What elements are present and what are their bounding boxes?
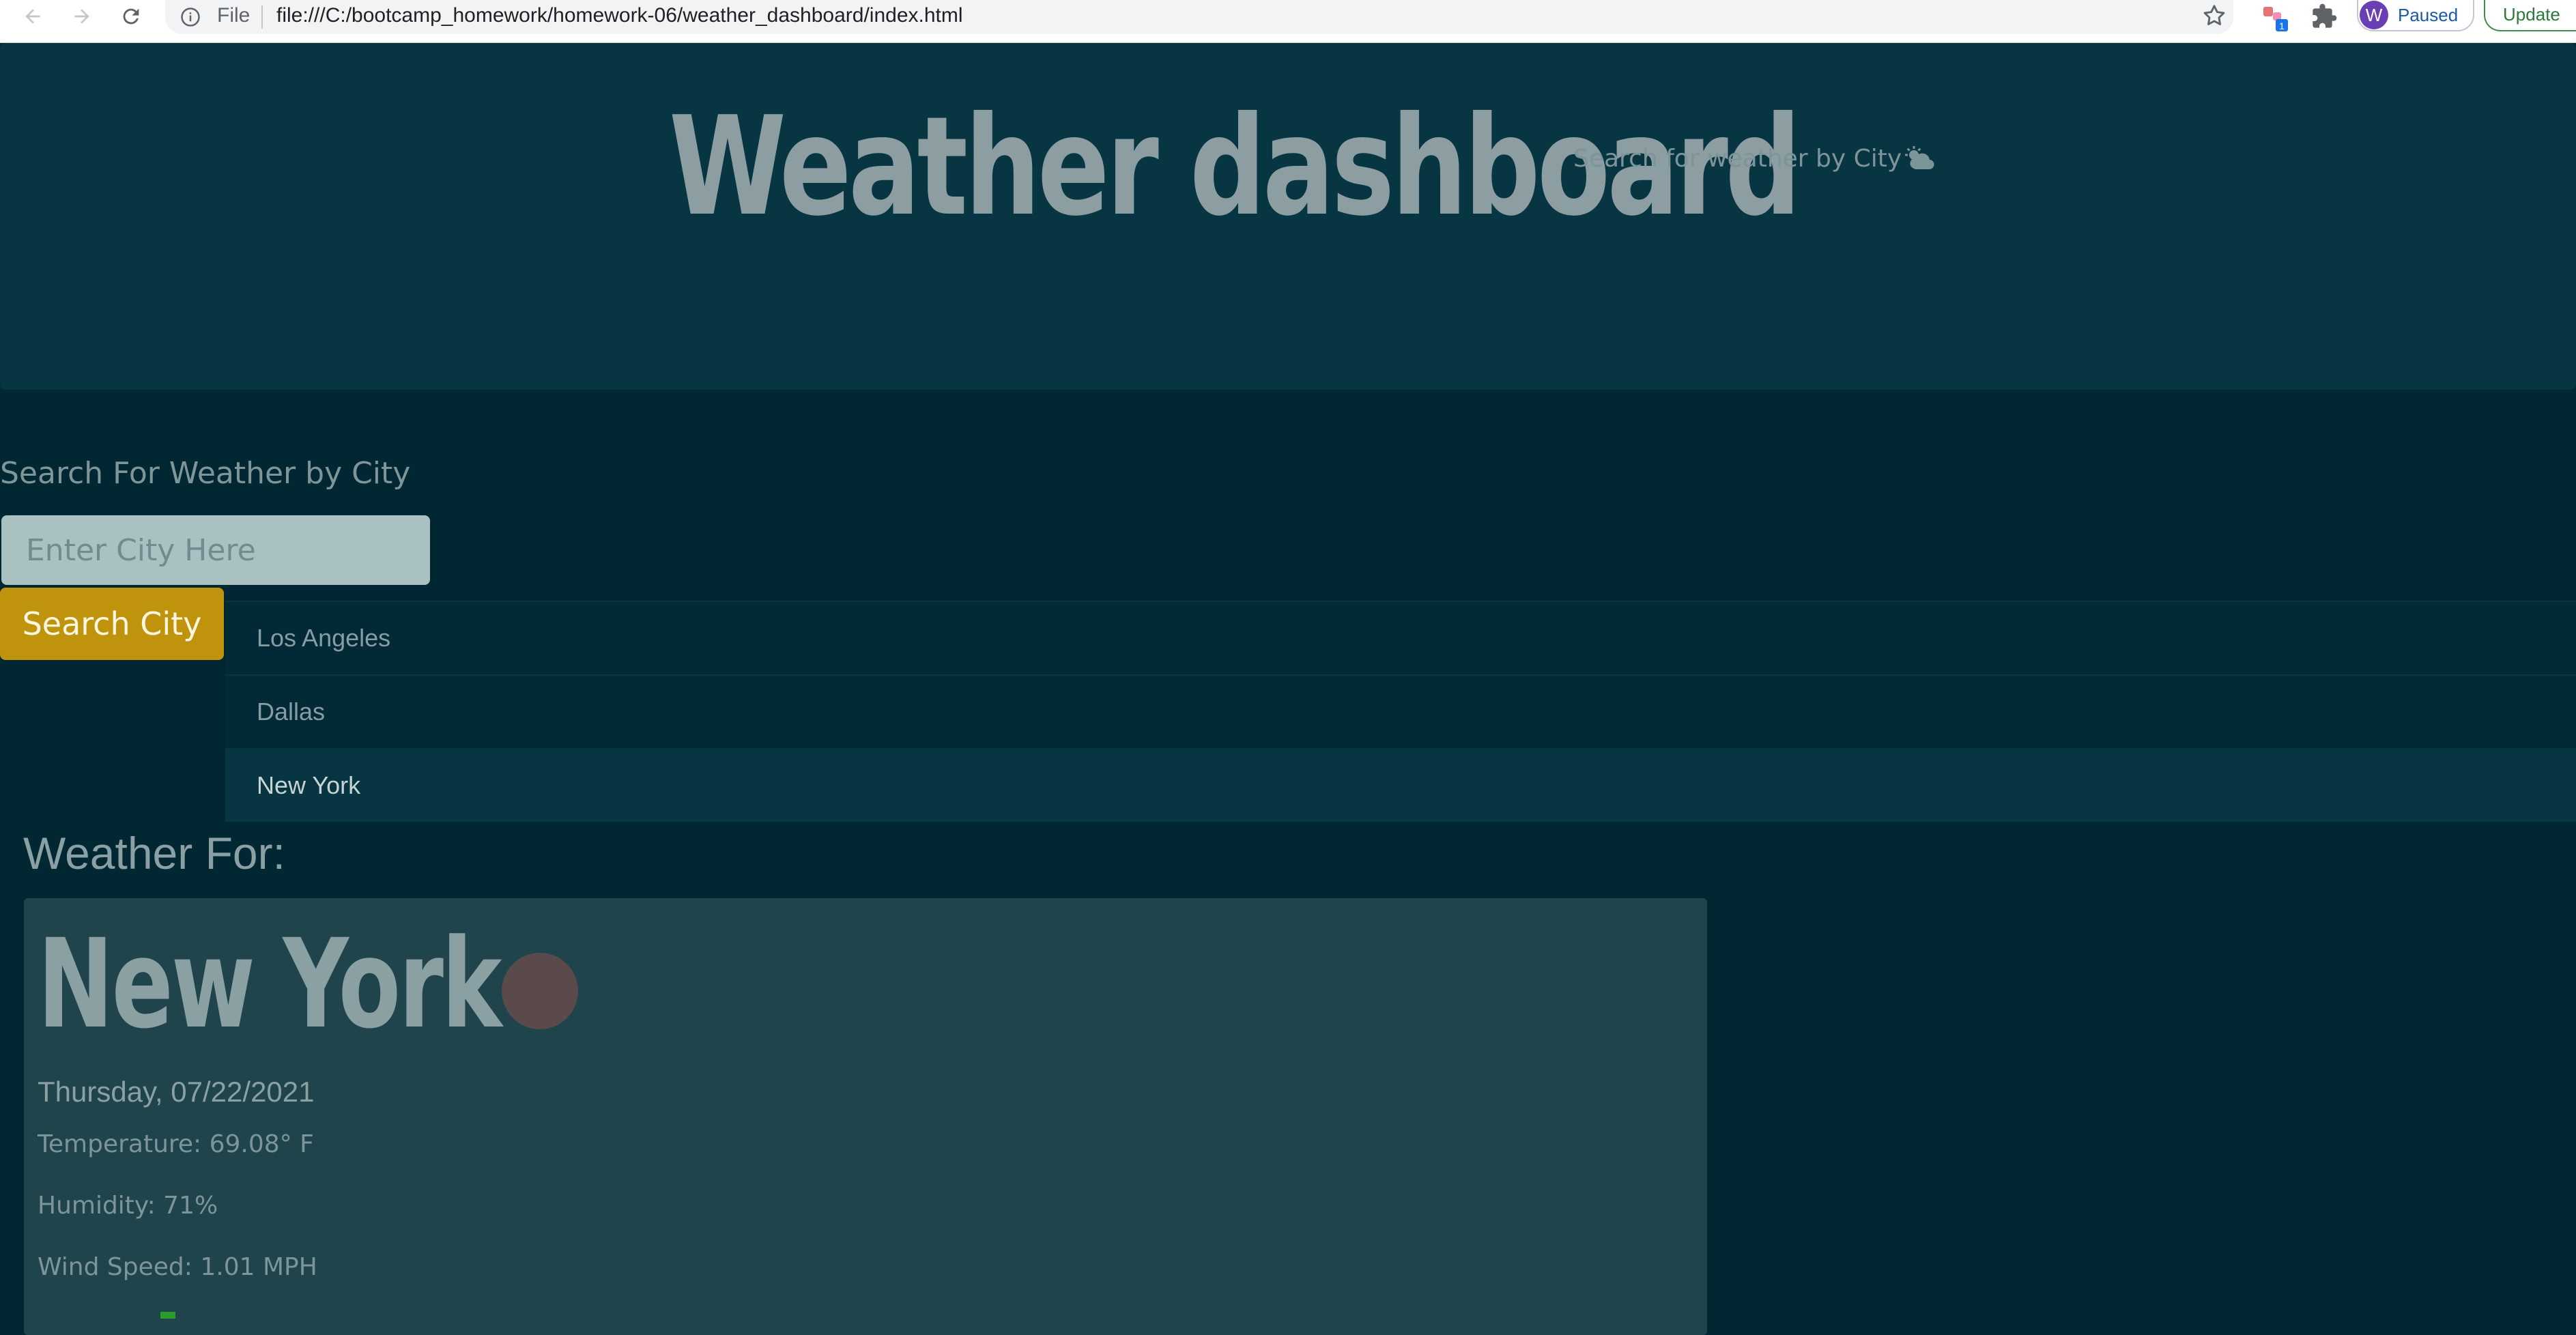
wind-speed-value: Wind Speed: 1.01 MPH	[38, 1253, 317, 1281]
search-city-button[interactable]: Search City	[0, 588, 224, 660]
search-heading: Search For Weather by City	[0, 456, 411, 491]
recent-city-item[interactable]: Dallas	[225, 674, 2576, 748]
uv-index-badge	[160, 1312, 175, 1319]
current-city-name: New York	[38, 913, 502, 1056]
forward-arrow-icon	[74, 9, 89, 24]
reload-button[interactable]	[115, 0, 147, 33]
update-button[interactable]: Update	[2484, 0, 2576, 31]
back-arrow-icon	[25, 9, 40, 24]
header-lead: Search for weather by City	[1573, 145, 1936, 173]
bookmark-star-icon[interactable]	[2201, 3, 2227, 29]
avatar: W	[2360, 1, 2388, 29]
current-date: Thursday, 07/22/2021	[38, 1076, 315, 1108]
weather-condition-icon	[502, 953, 578, 1029]
reload-icon	[123, 8, 139, 25]
address-separator	[261, 5, 263, 29]
url-text[interactable]: file:///C:/bootcamp_homework/homework-06…	[276, 0, 963, 31]
recent-city-item[interactable]: Los Angeles	[225, 601, 2576, 674]
header-lead-text: Search for weather by City	[1573, 145, 1902, 173]
recent-cities-list: Los Angeles Dallas New York	[225, 601, 2576, 822]
weather-for-heading: Weather For:	[23, 828, 285, 878]
recent-city-item[interactable]: New York	[225, 748, 2576, 822]
file-scheme-label: File	[217, 4, 251, 27]
current-weather-card: New York Thursday, 07/22/2021 Temperatur…	[24, 898, 1707, 1335]
forward-button[interactable]	[66, 0, 98, 33]
profile-button[interactable]: W Paused	[2357, 0, 2474, 31]
puzzle-extensions-icon[interactable]	[2310, 3, 2338, 30]
humidity-value: Humidity: 71%	[38, 1192, 218, 1220]
address-bar[interactable]: File file:///C:/bootcamp_homework/homewo…	[165, 0, 2233, 34]
extension-badge: 1	[2279, 20, 2285, 31]
city-search-input[interactable]	[1, 515, 430, 585]
sync-paused-label: Paused	[2398, 4, 2459, 25]
extension-icon[interactable]: 1	[2259, 1, 2292, 34]
temperature-value: Temperature: 69.08° F	[38, 1130, 314, 1158]
browser-toolbar: File file:///C:/bootcamp_homework/homewo…	[0, 0, 2576, 43]
info-icon[interactable]	[180, 7, 201, 27]
cloud-sun-icon	[1904, 145, 1936, 173]
back-button[interactable]	[16, 0, 49, 33]
